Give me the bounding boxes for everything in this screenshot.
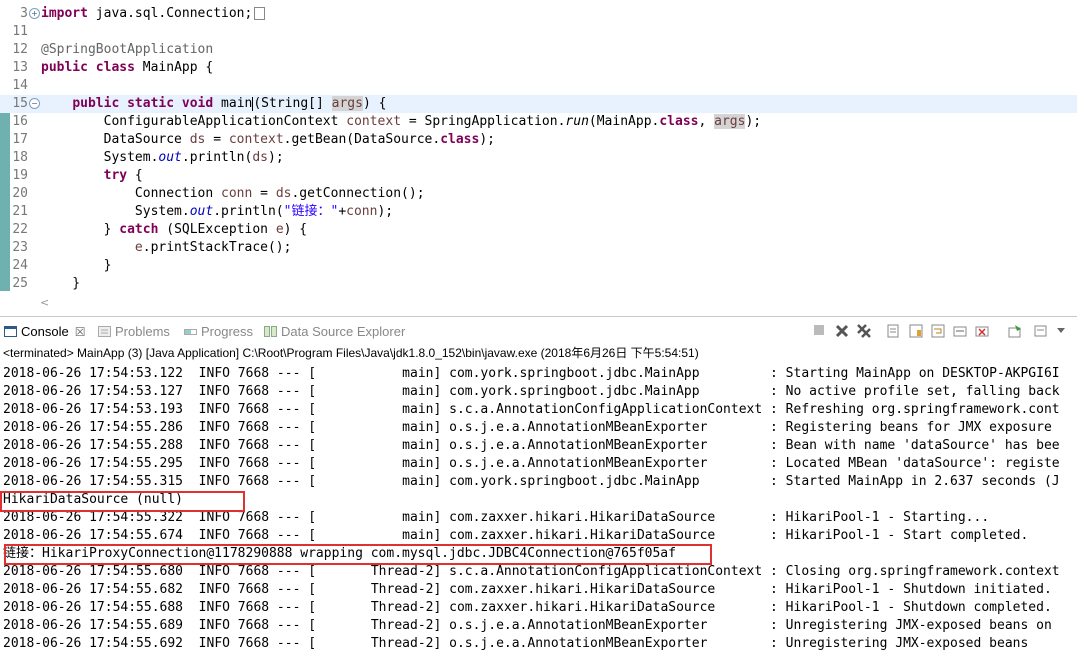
code-line[interactable]: 15− public static void main(String[] arg… [0, 95, 1077, 113]
console-line: 2018-06-26 17:54:55.288 INFO 7668 --- [ … [3, 438, 1060, 453]
tab-console[interactable]: Console ☒ [4, 322, 85, 342]
line-number: 15 [12, 96, 28, 111]
code-line[interactable]: 3 + import java.sql.Connection; [0, 5, 1077, 23]
line-number: 12 [12, 42, 28, 57]
console-line: 2018-06-26 17:54:55.692 INFO 7668 --- [ … [3, 636, 1029, 651]
code-line[interactable]: 21 System.out.println("链接："+conn); [0, 203, 1077, 221]
code-line[interactable]: 18 System.out.println(ds); [0, 149, 1077, 167]
highlight-box-connection [4, 544, 712, 565]
code-text: import java.sql.Connection; [41, 5, 266, 23]
console-line: 2018-06-26 17:54:55.689 INFO 7668 --- [ … [3, 618, 1052, 633]
launch-status: <terminated> MainApp (3) [Java Applicati… [3, 346, 699, 360]
display-console-icon[interactable] [1034, 324, 1048, 338]
tab-data-source-explorer-label: Data Source Explorer [281, 324, 406, 339]
line-number: 3 [20, 6, 28, 21]
panel-divider[interactable] [0, 316, 1077, 317]
line-number: 19 [12, 168, 28, 183]
line-number: 16 [12, 114, 28, 129]
code-text: try { [103, 168, 143, 183]
tab-progress-label: Progress [201, 324, 254, 339]
line-number: 24 [12, 258, 28, 273]
code-line[interactable]: 23 e.printStackTrace(); [0, 239, 1077, 257]
code-line[interactable]: 14 [0, 77, 1077, 95]
tab-problems[interactable]: Problems [98, 322, 170, 342]
console-line: 2018-06-26 17:54:53.122 INFO 7668 --- [ … [3, 366, 1060, 381]
word-wrap-icon[interactable] [931, 324, 945, 338]
show-on-error-icon[interactable] [975, 324, 989, 338]
show-on-output-icon[interactable] [953, 324, 967, 338]
line-number: 17 [12, 132, 28, 147]
code-text: @SpringBootApplication [41, 42, 214, 57]
code-line[interactable]: 19 try { [0, 167, 1077, 185]
line-number: 21 [12, 204, 28, 219]
collapse-fold-icon[interactable]: − [29, 98, 40, 109]
collapsed-imports-icon[interactable] [254, 7, 266, 20]
code-text: public class MainApp { [41, 60, 214, 75]
line-number: 11 [12, 24, 28, 39]
console-line: 2018-06-26 17:54:53.127 INFO 7668 --- [ … [3, 384, 1060, 399]
code-line[interactable]: 22 } catch (SQLException e) { [0, 221, 1077, 239]
expand-fold-icon[interactable]: + [29, 8, 40, 19]
console-line: 2018-06-26 17:54:55.680 INFO 7668 --- [ … [3, 564, 1060, 579]
console-icon [4, 323, 17, 337]
tab-data-source-explorer[interactable]: Data Source Explorer [264, 322, 405, 342]
code-line[interactable]: 16 ConfigurableApplicationContext contex… [0, 113, 1077, 131]
clear-console-icon[interactable] [887, 324, 901, 338]
console-line: 2018-06-26 17:54:55.295 INFO 7668 --- [ … [3, 456, 1060, 471]
horizontal-scroll-left-icon[interactable]: < [40, 296, 49, 309]
problems-icon [98, 323, 111, 337]
pin-console-icon[interactable] [1008, 324, 1022, 338]
code-text: Connection conn = ds.getConnection(); [41, 186, 425, 201]
code-text: } catch (SQLException e) { [41, 222, 308, 237]
console-line: 2018-06-26 17:54:55.682 INFO 7668 --- [ … [3, 582, 1052, 597]
code-line[interactable]: 11 [0, 23, 1077, 41]
console-output[interactable]: 2018-06-26 17:54:53.122 INFO 7668 --- [ … [0, 364, 1077, 667]
code-editor[interactable]: 3 + import java.sql.Connection; 11 12 @Spring… [0, 0, 1077, 316]
code-text: ConfigurableApplicationContext context =… [41, 114, 762, 129]
tab-problems-label: Problems [115, 324, 170, 339]
code-line[interactable]: 17 DataSource ds = context.getBean(DataS… [0, 131, 1077, 149]
stop-icon[interactable] [812, 324, 826, 338]
remove-launch-icon[interactable] [835, 324, 849, 338]
console-line: 2018-06-26 17:54:55.674 INFO 7668 --- [ … [3, 528, 1029, 543]
code-text: } [41, 258, 112, 273]
code-text: } [41, 276, 81, 291]
progress-icon [184, 323, 197, 335]
code-text: e.printStackTrace(); [134, 240, 292, 255]
console-line: 2018-06-26 17:54:55.286 INFO 7668 --- [ … [3, 420, 1052, 435]
line-number: 20 [12, 186, 28, 201]
tab-console-label: Console [21, 324, 69, 339]
code-line[interactable]: 12 @SpringBootApplication [0, 41, 1077, 59]
scroll-lock-icon[interactable] [909, 324, 923, 338]
line-number: 25 [12, 276, 28, 291]
console-line: 2018-06-26 17:54:55.315 INFO 7668 --- [ … [3, 474, 1060, 489]
remove-all-icon[interactable] [857, 324, 871, 338]
tab-progress[interactable]: Progress [184, 322, 253, 342]
data-source-icon [264, 323, 277, 337]
code-line[interactable]: 13 public class MainApp { [0, 59, 1077, 77]
code-line[interactable]: 20 Connection conn = ds.getConnection(); [0, 185, 1077, 203]
code-text: System.out.println(ds); [41, 150, 284, 165]
code-line[interactable]: 24 } [0, 257, 1077, 275]
console-line: 2018-06-26 17:54:53.193 INFO 7668 --- [ … [3, 402, 1060, 417]
code-text: System.out.println("链接："+conn); [41, 204, 394, 219]
code-line[interactable]: 25 } [0, 275, 1077, 293]
highlight-box-datasource [0, 491, 245, 512]
line-number: 18 [12, 150, 28, 165]
console-tab-bar: Console ☒ Problems Progress Data Source E… [0, 319, 1077, 343]
console-line: 2018-06-26 17:54:55.688 INFO 7668 --- [ … [3, 600, 1052, 615]
close-icon[interactable]: ☒ [75, 325, 86, 339]
line-number: 23 [12, 240, 28, 255]
line-number: 22 [12, 222, 28, 237]
line-number: 13 [12, 60, 28, 75]
code-text: public static void main(String[] args) { [72, 96, 387, 111]
line-number: 14 [12, 78, 28, 93]
code-text: DataSource ds = context.getBean(DataSour… [41, 132, 495, 147]
view-menu-icon[interactable] [1054, 324, 1068, 338]
